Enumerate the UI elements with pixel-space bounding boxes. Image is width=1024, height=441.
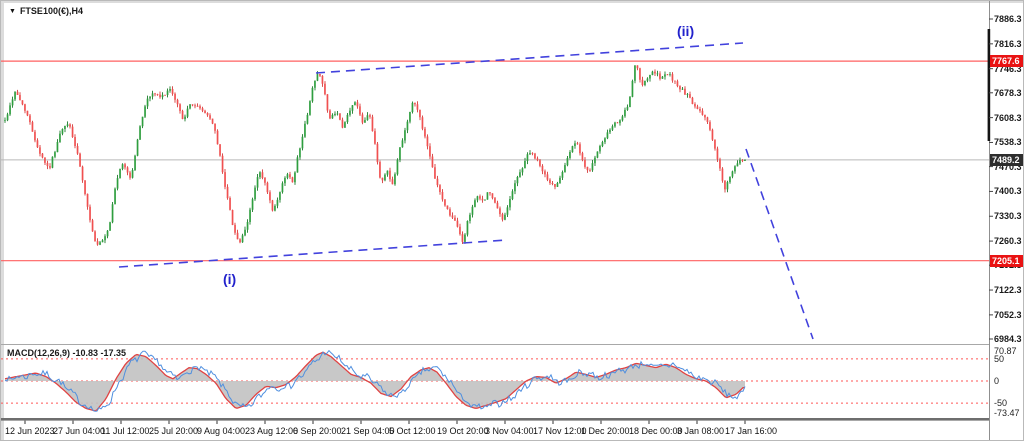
- price-axis-label: 7400.3: [994, 186, 1022, 196]
- bear-candle-bodies: [17, 65, 744, 244]
- price-tag-current: 7489.2: [990, 154, 1024, 166]
- trendline-wave-ii-upper[interactable]: [316, 43, 743, 73]
- price-axis-label: 7886.3: [994, 14, 1022, 24]
- time-axis-separator: [1, 418, 989, 421]
- symbol-selector[interactable]: ▼ FTSE100(€),H4: [9, 6, 83, 16]
- dropdown-arrow-icon[interactable]: ▼: [9, 8, 16, 15]
- time-axis-label: 19 Oct 20:00: [437, 426, 489, 436]
- time-axis-label: 1 Dec 20:00: [581, 426, 630, 436]
- price-axis-label: 7330.3: [994, 211, 1022, 221]
- symbol-label: FTSE100(€),H4: [20, 6, 83, 16]
- price-chart-canvas[interactable]: [1, 1, 1024, 441]
- time-axis-label: 5 Oct 12:00: [389, 426, 436, 436]
- price-axis-label: 7678.3: [994, 88, 1022, 98]
- trendline-wave-i-lower[interactable]: [119, 240, 506, 267]
- price-axis-label: 7816.3: [994, 39, 1022, 49]
- bear-candle-wicks: [18, 65, 743, 246]
- time-axis-label: 21 Sep 04:00: [341, 426, 395, 436]
- price-axis-label: 7052.3: [994, 310, 1022, 320]
- bull-candle-wicks: [5, 65, 745, 245]
- time-axis-label: 23 Aug 12:00: [245, 426, 298, 436]
- macd-histogram-area: [5, 352, 745, 411]
- macd-axis-label: -73.47: [994, 408, 1020, 418]
- time-axis-label: 27 Jun 04:00: [53, 426, 105, 436]
- time-axis-label: 17 Nov 12:00: [533, 426, 587, 436]
- time-axis-label: 3 Nov 04:00: [485, 426, 534, 436]
- time-axis-label: 3 Jan 08:00: [677, 426, 724, 436]
- time-axis-label: 12 Jun 2023: [5, 426, 55, 436]
- wave-ii-annotation[interactable]: (ii): [677, 23, 694, 39]
- macd-axis-label: -50: [994, 398, 1007, 408]
- macd-indicator-label: MACD(12,26,9) -10.83 -17.35: [7, 348, 126, 358]
- time-axis-label: 17 Jan 16:00: [725, 426, 777, 436]
- axis-edge-marker: [988, 29, 991, 141]
- price-axis-label: 7260.3: [994, 236, 1022, 246]
- time-axis-label: 9 Aug 04:00: [197, 426, 245, 436]
- trendline-projected-decline[interactable]: [746, 149, 813, 339]
- price-tag-support: 7205.1: [990, 255, 1024, 267]
- time-axis-label: 18 Dec 00:00: [629, 426, 683, 436]
- bull-candle-bodies: [4, 65, 746, 244]
- wave-i-annotation[interactable]: (i): [223, 271, 236, 287]
- price-axis-label: 6984.3: [994, 334, 1022, 344]
- price-axis-label: 7608.3: [994, 113, 1022, 123]
- time-axis-label: 6 Sep 20:00: [293, 426, 342, 436]
- macd-axis-label: 50: [994, 354, 1004, 364]
- time-axis-label: 25 Jul 20:00: [149, 426, 198, 436]
- price-tag-resistance: 7767.6: [990, 55, 1024, 67]
- price-axis-label: 7122.3: [994, 285, 1022, 295]
- trading-chart-window: ▼ FTSE100(€),H4 MACD(12,26,9) -10.83 -17…: [0, 0, 1024, 441]
- price-axis-label: 7538.3: [994, 137, 1022, 147]
- time-axis-label: 11 Jul 12:00: [101, 426, 149, 436]
- macd-axis-label: 0: [994, 376, 999, 386]
